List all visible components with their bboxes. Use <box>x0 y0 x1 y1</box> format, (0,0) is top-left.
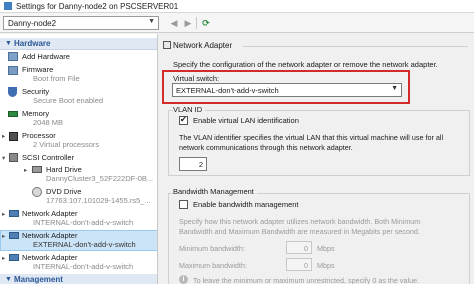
sidebar-item-network-adapter-1[interactable]: ▸ Network Adapter INTERNAL-don't-add-v-s… <box>0 208 157 230</box>
sidebar-item-add-hardware[interactable]: Add Hardware <box>0 51 157 63</box>
sidebar-item-label: Add Hardware <box>22 52 70 61</box>
enable-vlan-label: Enable virtual LAN identification <box>193 116 299 125</box>
sidebar-item-hard-drive[interactable]: ▸ Hard Drive DannyCluster3_52F222DF-0B..… <box>0 164 157 186</box>
settings-detail-panel: Network Adapter Specify the configuratio… <box>159 34 474 284</box>
expand-icon[interactable]: ▸ <box>2 232 5 240</box>
sidebar-item-processor[interactable]: ▸ Processor 2 Virtual processors <box>0 130 157 152</box>
sidebar-item-label: Network Adapter <box>22 253 78 262</box>
sidebar-item-memory[interactable]: Memory 2048 MB <box>0 108 157 130</box>
sidebar-item-sub: INTERNAL-don't-add-v-switch <box>33 262 134 271</box>
section-title: Network Adapter <box>173 41 233 50</box>
network-adapter-icon <box>163 41 171 49</box>
min-bandwidth-input[interactable]: 0 <box>286 241 312 254</box>
collapse-icon: ▼ <box>5 276 12 283</box>
info-icon: i <box>179 275 188 284</box>
enable-vlan-checkbox[interactable] <box>179 115 188 125</box>
bandwidth-info-text: To leave the minimum or maximum unrestri… <box>193 276 420 284</box>
max-bandwidth-label: Maximum bandwidth: <box>179 261 247 270</box>
back-arrow-icon[interactable]: ◀ <box>168 17 180 29</box>
sidebar-item-scsi-controller[interactable]: ▾ SCSI Controller <box>0 152 157 164</box>
vm-select-dropdown[interactable]: Danny-node2 ▼ <box>3 16 159 30</box>
bandwidth-description-line2: Bandwidth and Maximum Bandwidth are meas… <box>179 227 420 236</box>
processor-icon <box>9 132 18 141</box>
network-adapter-icon <box>9 232 19 239</box>
expand-icon[interactable]: ▸ <box>2 254 5 262</box>
add-hardware-icon <box>8 52 18 61</box>
vlan-description-line2: network communications through this netw… <box>179 143 353 152</box>
sidebar-item-sub: DannyCluster3_52F222DF-0B... <box>46 174 154 183</box>
bandwidth-description-line1: Specify how this network adapter utilize… <box>179 217 421 226</box>
max-bandwidth-unit: Mbps <box>317 261 335 270</box>
expand-icon[interactable]: ▸ <box>24 166 27 174</box>
dvd-drive-icon <box>32 187 42 197</box>
vlan-group-title: VLAN ID <box>173 105 206 114</box>
enable-bandwidth-checkbox[interactable] <box>179 200 188 209</box>
toolbar: Danny-node2 ▼ ◀ ▶ ⟳ <box>0 13 474 33</box>
expand-icon[interactable]: ▸ <box>2 210 5 218</box>
sidebar-item-label: Network Adapter <box>22 231 78 240</box>
firmware-icon <box>8 66 18 75</box>
sidebar-item-dvd-drive[interactable]: DVD Drive 17763.107.101029-1455.rs5_... <box>0 186 157 208</box>
vlan-description-line1: The VLAN identifier specifies the virtua… <box>179 133 444 142</box>
min-bandwidth-label: Minimum bandwidth: <box>179 244 245 253</box>
hard-drive-icon <box>32 166 42 173</box>
section-description: Specify the configuration of the network… <box>173 60 438 69</box>
sidebar-item-label: Memory <box>22 109 50 118</box>
sidebar-item-label: Network Adapter <box>22 209 78 218</box>
max-bandwidth-value: 0 <box>304 261 308 270</box>
sidebar-item-security[interactable]: Security Secure Boot enabled <box>0 86 157 108</box>
network-adapter-icon <box>9 254 19 261</box>
settings-tree: ▼ Hardware Add Hardware Firmware Boot fr… <box>0 34 158 284</box>
sidebar-item-sub: Secure Boot enabled <box>33 96 104 105</box>
vm-select-value: Danny-node2 <box>8 19 57 28</box>
hardware-section-header[interactable]: ▼ Hardware <box>0 38 157 50</box>
window-titlebar: Settings for Danny-node2 on PSCSERVER01 <box>0 0 474 13</box>
window-title: Settings for Danny-node2 on PSCSERVER01 <box>16 2 179 11</box>
min-bandwidth-value: 0 <box>304 244 308 253</box>
sidebar-item-firmware[interactable]: Firmware Boot from File <box>0 64 157 86</box>
refresh-icon[interactable]: ⟳ <box>200 17 212 29</box>
management-header-label: Management <box>14 275 63 284</box>
sidebar-item-label: Processor <box>22 131 56 140</box>
max-bandwidth-input[interactable]: 0 <box>286 258 312 271</box>
hardware-header-label: Hardware <box>14 39 51 48</box>
section-divider <box>243 46 468 47</box>
expand-icon[interactable]: ▸ <box>2 132 5 140</box>
shield-icon <box>8 87 17 97</box>
sidebar-item-label: DVD Drive <box>46 187 82 196</box>
scsi-controller-icon <box>9 153 18 162</box>
sidebar-item-network-adapter-2[interactable]: ▸ Network Adapter EXTERNAL-don't-add-v-s… <box>0 230 157 251</box>
min-bandwidth-unit: Mbps <box>317 244 335 253</box>
sidebar-item-sub: 17763.107.101029-1455.rs5_... <box>46 196 151 205</box>
sidebar-item-label: Firmware <box>22 65 54 74</box>
collapse-icon: ▼ <box>5 40 12 47</box>
forward-arrow-icon[interactable]: ▶ <box>182 17 194 29</box>
memory-icon <box>8 111 18 117</box>
sidebar-item-label: Security <box>22 87 50 96</box>
network-adapter-icon <box>9 210 19 217</box>
vlan-id-input[interactable]: 2 <box>179 157 207 171</box>
highlight-box <box>162 70 410 104</box>
sidebar-item-label: Hard Drive <box>46 165 82 174</box>
vlan-id-value: 2 <box>198 160 203 169</box>
sidebar-item-sub: 2 Virtual processors <box>33 140 100 149</box>
sidebar-item-sub: Boot from File <box>33 74 80 83</box>
collapse-icon[interactable]: ▾ <box>2 154 5 162</box>
sidebar-item-network-adapter-3[interactable]: ▸ Network Adapter INTERNAL-don't-add-v-s… <box>0 252 157 274</box>
toolbar-separator <box>196 17 197 29</box>
bandwidth-group-title: Bandwidth Management <box>173 187 257 196</box>
sidebar-item-label: SCSI Controller <box>22 153 75 162</box>
sidebar-item-sub: EXTERNAL-don't-add-v-switch <box>33 240 136 249</box>
sidebar-item-sub: INTERNAL-don't-add-v-switch <box>33 218 134 227</box>
settings-icon <box>4 2 12 10</box>
enable-bandwidth-label: Enable bandwidth management <box>193 200 299 209</box>
chevron-down-icon: ▼ <box>148 18 155 25</box>
management-section-header[interactable]: ▼ Management <box>0 274 157 284</box>
sidebar-item-sub: 2048 MB <box>33 118 64 127</box>
